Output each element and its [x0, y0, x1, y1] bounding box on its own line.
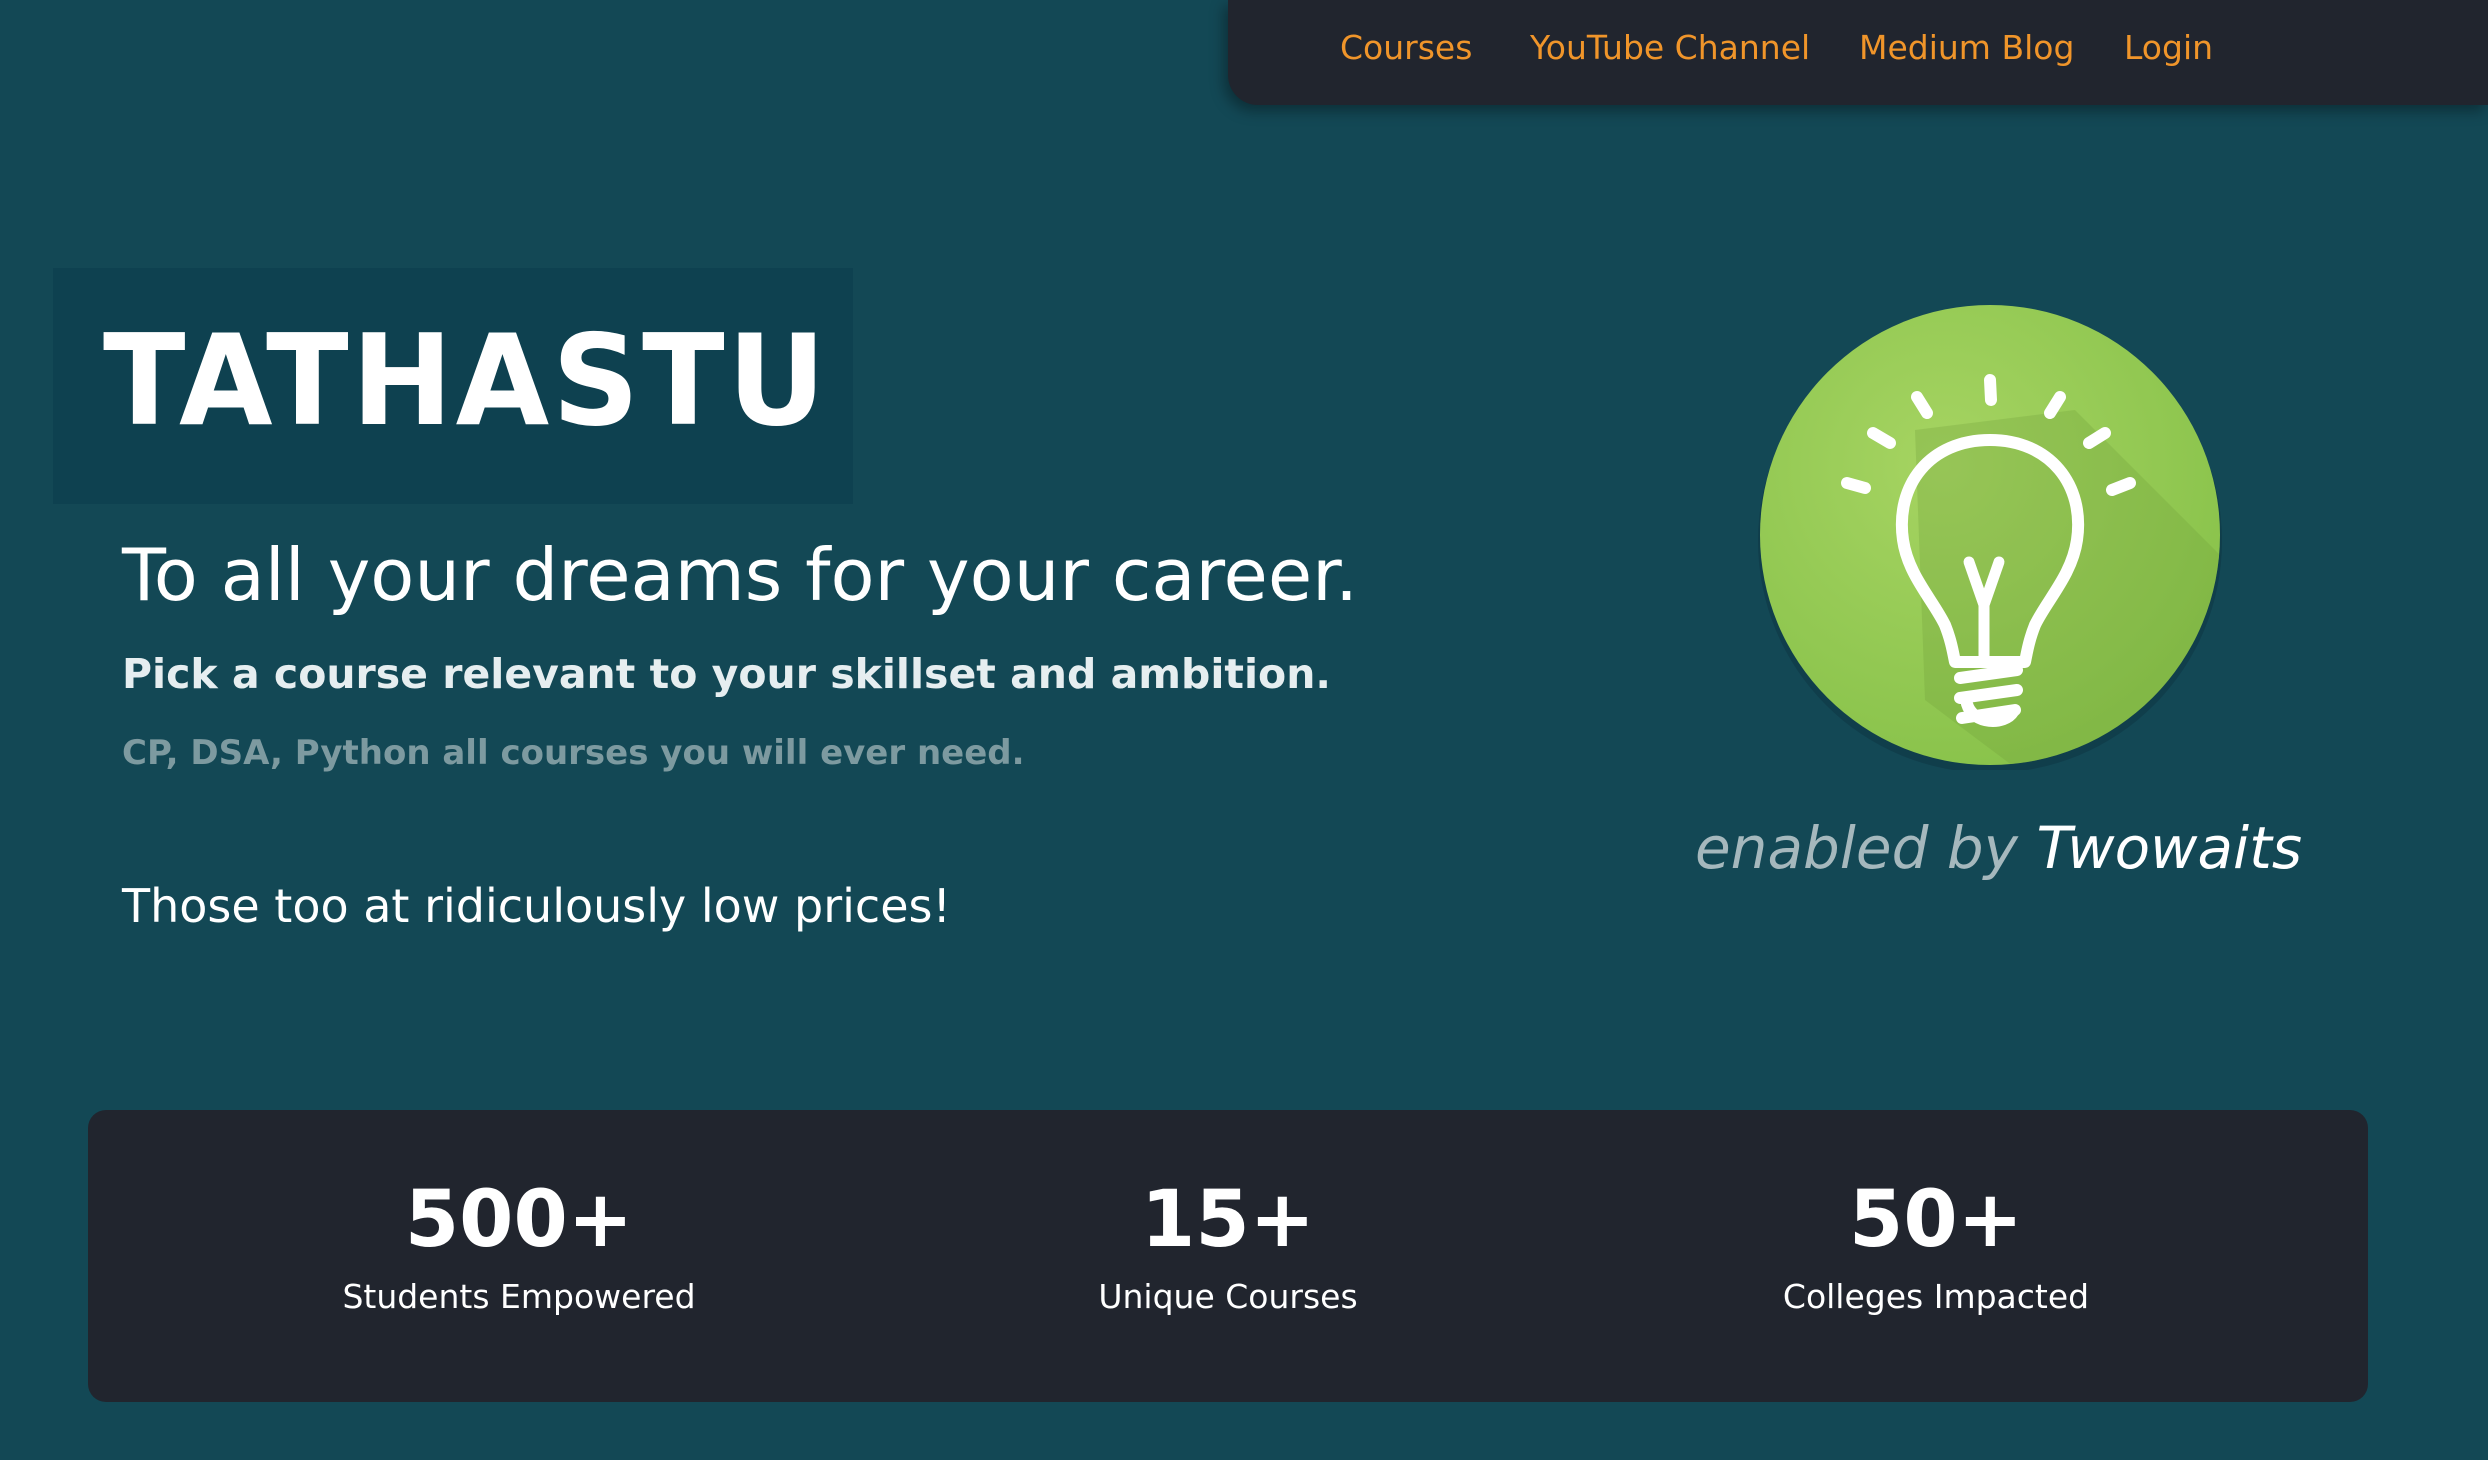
hero-subheadline: Pick a course relevant to your skillset … — [122, 650, 1331, 698]
stat-colleges: 50+ Colleges Impacted — [1656, 1170, 2216, 1320]
stats-panel: 500+ Students Empowered 15+ Unique Cours… — [88, 1110, 2368, 1402]
enabled-by-text: enabled by — [1695, 814, 2018, 882]
enabled-by-brand: Twowaits — [2036, 814, 2303, 882]
courses-note: CP, DSA, Python all courses you will eve… — [122, 733, 1025, 773]
stat-students: 500+ Students Empowered — [239, 1170, 799, 1320]
brand-name: TATHASTU — [103, 307, 829, 454]
nav-link-youtube-channel[interactable]: YouTube Channel — [1530, 24, 1810, 72]
nav-link-medium-blog[interactable]: Medium Blog — [1859, 24, 2074, 72]
stat-courses: 15+ Unique Courses — [948, 1170, 1508, 1320]
stat-value: 15+ — [1141, 1175, 1315, 1265]
nav-link-login[interactable]: Login — [2124, 24, 2213, 72]
nav-link-courses[interactable]: Courses — [1340, 24, 1472, 72]
lightbulb-icon — [1758, 305, 2222, 773]
stat-value: 500+ — [404, 1175, 634, 1265]
stat-label: Colleges Impacted — [1782, 1277, 2090, 1316]
lightbulb-logo — [1755, 300, 2225, 773]
top-navigation: Courses YouTube Channel Medium Blog Logi… — [1228, 0, 2488, 105]
brand-logo-box: TATHASTU — [53, 268, 853, 504]
hero-headline: To all your dreams for your career. — [122, 533, 1359, 617]
landing-page: Courses YouTube Channel Medium Blog Logi… — [0, 0, 2488, 1460]
stat-value: 50+ — [1849, 1175, 2023, 1265]
stat-label: Students Empowered — [342, 1277, 696, 1316]
enabled-by-credit: enabled by Twowaits — [1695, 810, 2302, 886]
stat-label: Unique Courses — [1098, 1277, 1358, 1316]
pricing-tagline: Those too at ridiculously low prices! — [122, 879, 951, 933]
